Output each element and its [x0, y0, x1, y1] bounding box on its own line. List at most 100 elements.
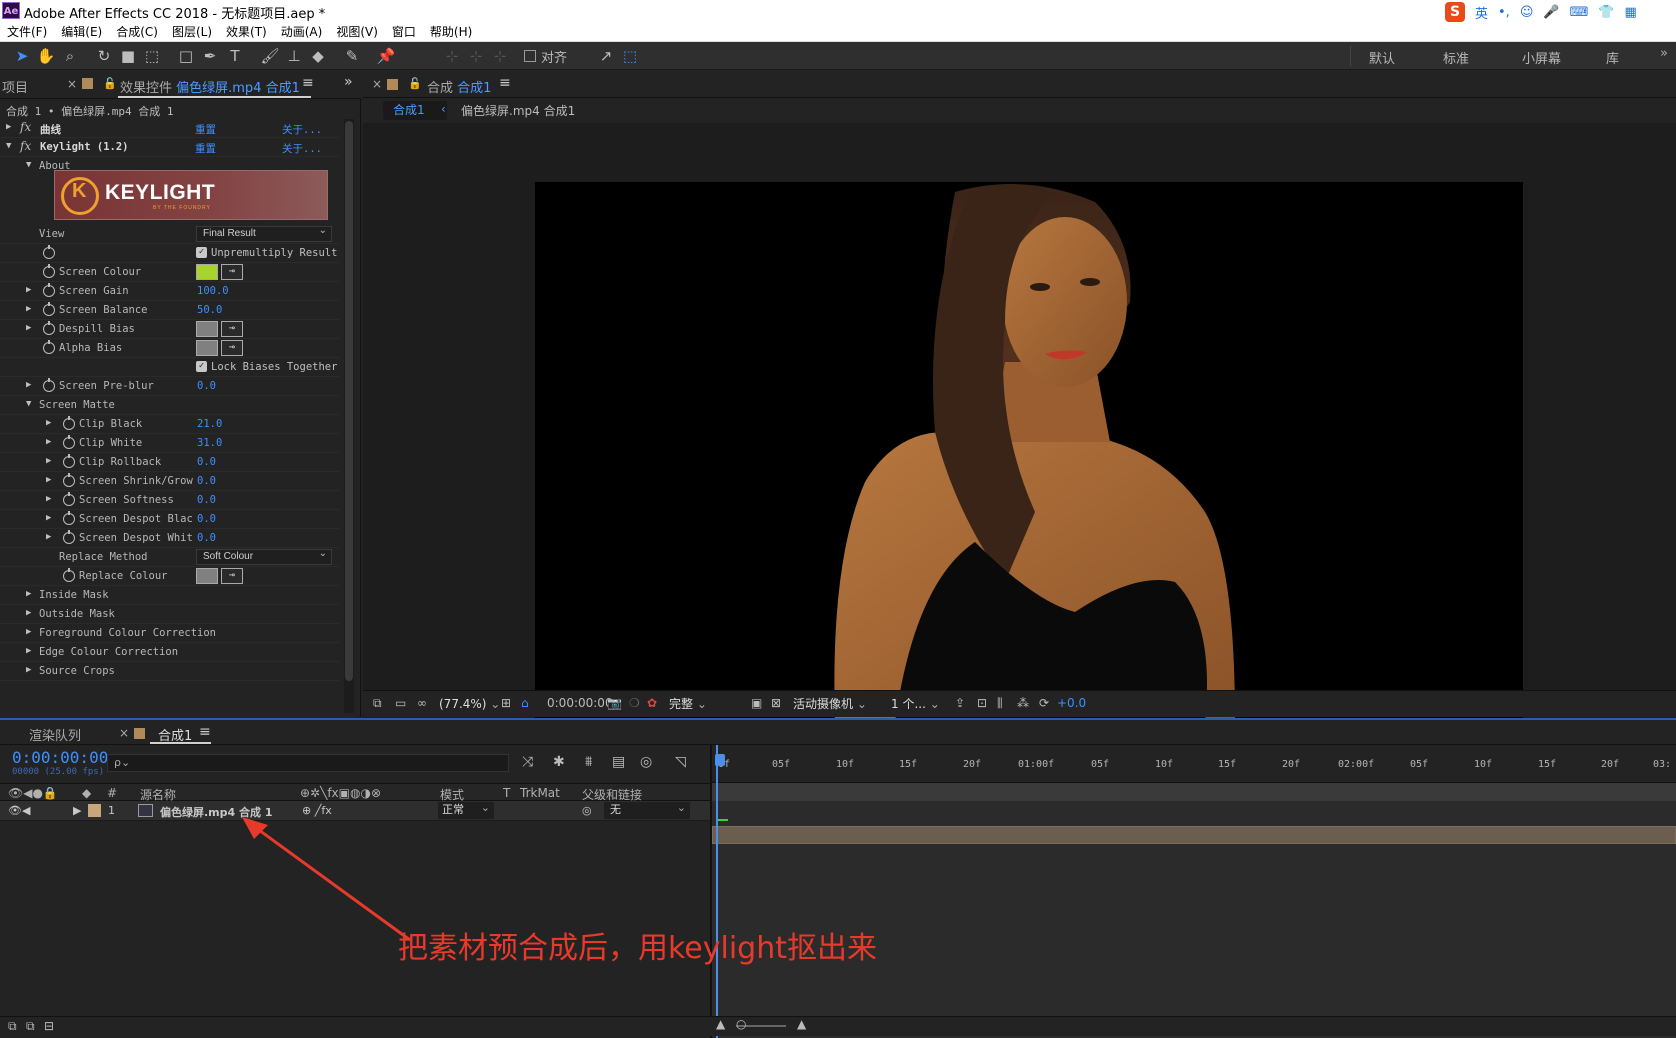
close-tab-icon[interactable]: ×: [119, 726, 129, 740]
ime-lang-toggle[interactable]: 英: [1475, 3, 1488, 22]
despill-bias-swatch[interactable]: [196, 321, 218, 337]
effect-row-keylight[interactable]: ▼ fx Keylight (1.2) 重置 关于...: [0, 138, 340, 157]
group-inside-mask[interactable]: ▶ Inside Mask: [0, 586, 340, 605]
group-edge-colour-correction[interactable]: ▶ Edge Colour Correction: [0, 643, 340, 662]
transfer-controls-toggle-icon[interactable]: ⧉: [26, 1019, 35, 1034]
twirl-closed-icon[interactable]: ▶: [46, 437, 51, 447]
zoom-dropdown[interactable]: (77.4%): [439, 695, 500, 713]
expand-panels-icon[interactable]: »: [344, 74, 353, 90]
timeline-graph-area[interactable]: 0f 05f 10f 15f 20f 01:00f 05f 10f 15f 20…: [712, 745, 1676, 1038]
pickwhip-icon[interactable]: ◎: [582, 804, 592, 817]
eyedropper-icon[interactable]: ⊸: [221, 568, 243, 584]
punctuation-icon[interactable]: •,: [1498, 5, 1510, 20]
toggle-pixel-aspect-icon[interactable]: ⇪: [955, 696, 965, 710]
close-tab-icon[interactable]: ×: [67, 77, 77, 91]
twirl-closed-icon[interactable]: ▶: [26, 323, 31, 333]
tab-effect-controls[interactable]: 效果控件 偏色绿屏.mp4 合成1: [120, 77, 300, 96]
stopwatch-icon[interactable]: [63, 530, 75, 544]
reset-exposure-icon[interactable]: ⟳: [1039, 696, 1049, 710]
workspace-standard[interactable]: 标准: [1443, 48, 1469, 67]
zoom-in-icon[interactable]: ▲: [797, 1017, 806, 1031]
lock-biases-checkbox[interactable]: ✓: [196, 361, 207, 372]
twirl-closed-icon[interactable]: ▶: [26, 665, 31, 675]
workspace-small-screen[interactable]: 小屏幕: [1522, 48, 1561, 67]
time-ruler[interactable]: 0f 05f 10f 15f 20f 01:00f 05f 10f 15f 20…: [712, 745, 1676, 783]
camera-tool-icon[interactable]: ■: [118, 46, 138, 66]
twirl-closed-icon[interactable]: ▶: [26, 646, 31, 656]
pen-tool-icon[interactable]: ✒: [200, 46, 220, 66]
motion-blur-icon[interactable]: ◎: [640, 754, 652, 770]
workspace-library[interactable]: 库: [1606, 48, 1619, 67]
stopwatch-icon[interactable]: [63, 568, 75, 582]
zoom-out-icon[interactable]: ▲: [716, 1017, 725, 1031]
stopwatch-icon[interactable]: [43, 321, 55, 335]
timeline-icon[interactable]: ⫼: [997, 696, 1003, 711]
zoom-tool-icon[interactable]: ⌕: [60, 46, 80, 66]
eyedropper-icon[interactable]: ⊸: [221, 264, 243, 280]
comp-crumb-precomp[interactable]: 偏色绿屏.mp4 合成1: [461, 102, 575, 119]
eyedropper-icon[interactable]: ⊸: [221, 340, 243, 356]
param-value[interactable]: 0.0: [197, 456, 216, 468]
about-link[interactable]: 关于...: [282, 141, 322, 156]
stopwatch-icon[interactable]: [43, 302, 55, 316]
snap-grid-icon[interactable]: ⬚: [620, 46, 640, 66]
snap-icon[interactable]: ↗: [596, 46, 616, 66]
camera-dropdown[interactable]: 活动摄像机: [793, 695, 867, 713]
panel-menu-icon[interactable]: ≡: [199, 724, 211, 740]
twirl-closed-icon[interactable]: ▶: [46, 418, 51, 428]
panel-menu-icon[interactable]: ≡: [302, 75, 314, 91]
group-source-crops[interactable]: ▶ Source Crops: [0, 662, 340, 681]
lock-icon[interactable]: 🔓: [103, 77, 117, 90]
pan-behind-tool-icon[interactable]: ⬚: [142, 46, 162, 66]
twirl-open-icon[interactable]: ▼: [6, 141, 11, 151]
work-area-bar[interactable]: [712, 783, 1676, 801]
stopwatch-icon[interactable]: [63, 454, 75, 468]
view-dropdown[interactable]: Final Result: [196, 224, 332, 242]
replace-method-dropdown[interactable]: Soft Colour: [196, 547, 332, 565]
show-snapshot-icon[interactable]: ❍: [629, 696, 640, 710]
fx-icon[interactable]: fx: [20, 120, 31, 134]
stopwatch-icon[interactable]: [63, 473, 75, 487]
eraser-tool-icon[interactable]: ◆: [308, 46, 328, 66]
menu-composition[interactable]: 合成(C): [116, 23, 158, 40]
in-out-toggle-icon[interactable]: ⊟: [44, 1019, 54, 1033]
close-tab-icon[interactable]: ×: [372, 77, 382, 91]
viewer-canvas[interactable]: [363, 123, 1676, 757]
replace-colour-swatch[interactable]: [196, 568, 218, 584]
tab-project[interactable]: 项目: [2, 77, 28, 96]
twirl-closed-icon[interactable]: ▶: [46, 513, 51, 523]
rotate-tool-icon[interactable]: ↻: [94, 46, 114, 66]
group-screen-matte[interactable]: ▼ Screen Matte: [0, 396, 340, 415]
layer-duration-bar[interactable]: [712, 826, 1676, 844]
layer-label-color[interactable]: [88, 804, 101, 817]
twirl-closed-icon[interactable]: ▶: [26, 285, 31, 295]
menu-effect[interactable]: 效果(T): [226, 23, 267, 40]
flowchart-icon[interactable]: ⁂: [1017, 696, 1029, 710]
parent-dropdown[interactable]: 无: [604, 800, 690, 819]
comp-mini-flowchart-icon[interactable]: ⤨: [522, 754, 533, 770]
stopwatch-icon[interactable]: [63, 511, 75, 525]
tab-render-queue[interactable]: 渲染队列: [29, 725, 81, 744]
workspace-more-icon[interactable]: »: [1660, 46, 1668, 61]
reset-link[interactable]: 重置: [195, 141, 216, 156]
unpremultiply-checkbox[interactable]: ✓: [196, 247, 207, 258]
layer-switches-toggle-icon[interactable]: ⧉: [8, 1019, 17, 1034]
timeline-zoom-handle[interactable]: ○: [736, 1017, 746, 1031]
stopwatch-icon[interactable]: [63, 492, 75, 506]
param-value[interactable]: 0.0: [197, 475, 216, 487]
effects-scrollbar-thumb[interactable]: [345, 121, 353, 681]
fast-previews-icon[interactable]: ⊡: [977, 696, 987, 710]
menu-layer[interactable]: 图层(L): [172, 23, 212, 40]
hand-tool-icon[interactable]: ✋: [36, 46, 56, 66]
effect-row-curves[interactable]: ▶ fx 曲线 重置 关于...: [0, 119, 340, 138]
panel-menu-icon[interactable]: ≡: [499, 75, 511, 91]
twirl-closed-icon[interactable]: ▶: [26, 627, 31, 637]
views-dropdown[interactable]: 1 个...: [891, 695, 940, 713]
snapshot-icon[interactable]: 📷: [607, 696, 622, 710]
param-value[interactable]: 0.0: [197, 380, 216, 392]
stopwatch-icon[interactable]: [43, 245, 55, 259]
twirl-closed-icon[interactable]: ▶: [73, 804, 81, 817]
comp-crumb-active[interactable]: 合成1: [383, 101, 447, 120]
fx-icon[interactable]: fx: [20, 139, 31, 153]
skin-icon[interactable]: 👕: [1598, 5, 1614, 20]
